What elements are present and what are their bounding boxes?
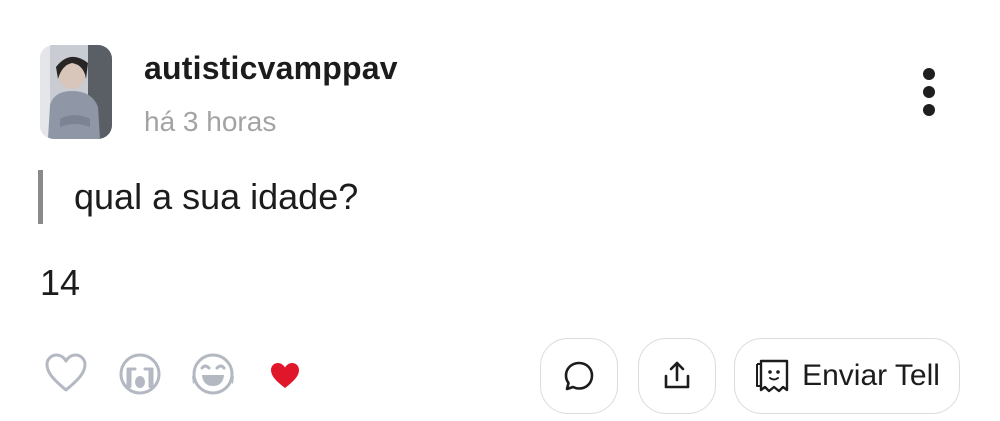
share-icon xyxy=(664,361,690,389)
avatar-image xyxy=(40,45,112,139)
comment-button[interactable] xyxy=(540,338,618,414)
avatar[interactable] xyxy=(40,45,112,139)
more-dot xyxy=(923,104,935,116)
heart-outline-icon xyxy=(45,353,87,392)
post-timestamp: há 3 horas xyxy=(144,106,277,137)
laugh-reaction-button[interactable] xyxy=(190,352,236,401)
send-tell-label: Enviar Tell xyxy=(802,359,940,392)
crying-face-icon xyxy=(119,353,161,395)
more-options-button[interactable] xyxy=(910,62,948,122)
answer-text: 14 xyxy=(40,262,81,303)
question-quote: qual a sua idade? xyxy=(38,170,358,224)
laughing-face-icon xyxy=(192,353,234,395)
share-button[interactable] xyxy=(638,338,716,414)
username[interactable]: autisticvamppav xyxy=(144,50,398,87)
more-vertical-icon xyxy=(923,68,935,80)
chat-bubble-icon xyxy=(564,361,594,391)
tell-paper-icon xyxy=(756,359,789,393)
question-text: qual a sua idade? xyxy=(74,176,359,217)
love-reaction-button[interactable] xyxy=(270,362,300,395)
cry-reaction-button[interactable] xyxy=(118,352,162,401)
like-button[interactable] xyxy=(44,352,88,399)
send-tell-button[interactable]: Enviar Tell xyxy=(734,338,960,414)
more-dot xyxy=(923,86,935,98)
red-heart-icon xyxy=(271,363,299,388)
